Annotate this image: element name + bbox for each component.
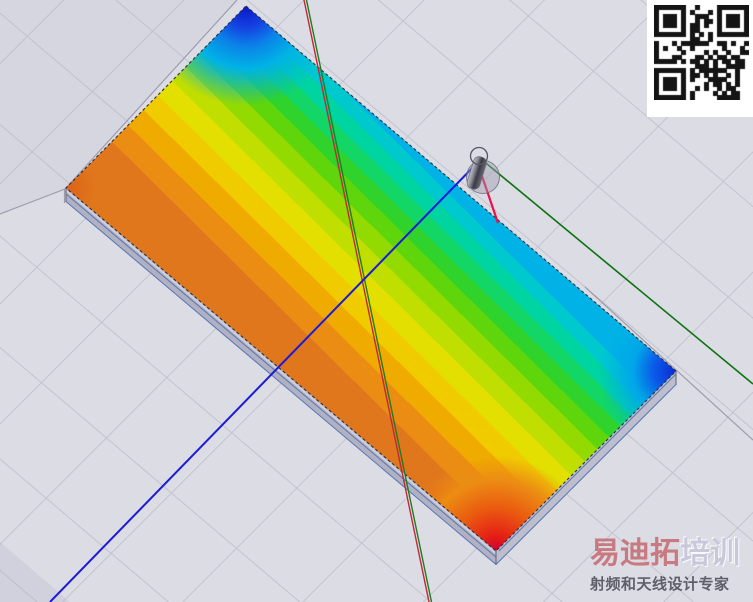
qr-code [647,0,753,117]
qr-code-image [654,5,749,100]
viewport-3d[interactable]: 易迪拓培训 射频和天线设计专家 [0,0,753,602]
